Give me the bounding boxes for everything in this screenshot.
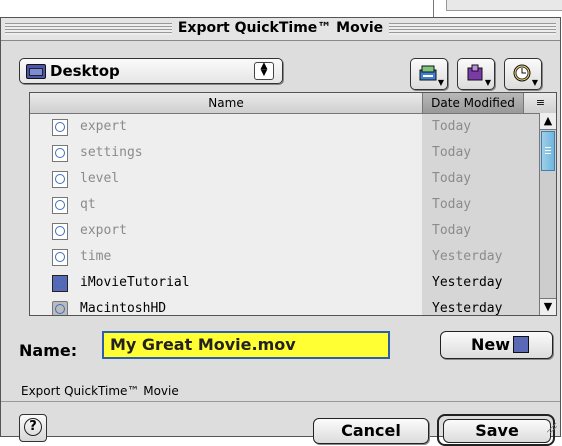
folder-icon xyxy=(26,64,46,79)
column-header-date[interactable]: Date Modified xyxy=(422,93,523,114)
folder-icon xyxy=(513,336,529,353)
file-name: MacintoshHD xyxy=(80,301,167,316)
file-name: settings xyxy=(80,145,143,160)
column-header-name[interactable]: Name xyxy=(30,93,422,114)
dialog-title: Export QuickTime™ Movie xyxy=(171,20,390,36)
file-row[interactable]: iMovieTutorial Yesterday xyxy=(30,270,540,296)
new-folder-label: New xyxy=(471,335,511,354)
file-date: Yesterday xyxy=(422,296,540,315)
file-row[interactable]: export Today xyxy=(30,218,540,244)
disk-icon xyxy=(419,65,437,81)
popup-arrows-icon: ▲ ▼ xyxy=(254,62,274,80)
new-folder-button[interactable]: New xyxy=(440,331,553,359)
disk-icon xyxy=(52,301,68,315)
file-row[interactable]: time Yesterday xyxy=(30,244,540,270)
file-list[interactable]: Name Date Modified ≡ expert Today settin… xyxy=(29,92,557,316)
format-label: Export QuickTime™ Movie xyxy=(21,384,179,398)
document-icon xyxy=(52,223,68,240)
favorites-icon xyxy=(467,64,483,81)
file-date: Yesterday xyxy=(422,244,540,270)
location-label: Desktop xyxy=(50,62,120,80)
save-button[interactable]: Save xyxy=(443,419,551,443)
folder-icon xyxy=(52,275,68,292)
shortcuts-button[interactable]: ▼ xyxy=(410,58,448,90)
file-row[interactable]: qt Today xyxy=(30,192,540,218)
name-label: Name: xyxy=(19,341,78,360)
resize-grip-icon[interactable] xyxy=(547,423,557,433)
file-name: iMovieTutorial xyxy=(80,275,190,290)
dialog-titlebar[interactable]: Export QuickTime™ Movie xyxy=(1,18,560,41)
recent-button[interactable]: ▼ xyxy=(504,58,542,90)
file-name-input[interactable]: My Great Movie.mov xyxy=(102,331,390,359)
export-dialog: Export QuickTime™ Movie Desktop ▲ ▼ ▼ ▼ ▼… xyxy=(0,17,561,446)
vertical-scrollbar[interactable]: ▲ ▼ xyxy=(539,113,556,315)
recent-icon xyxy=(513,64,531,82)
file-name: level xyxy=(80,171,120,186)
file-date: Today xyxy=(422,140,540,166)
file-date: Today xyxy=(422,114,540,140)
file-name: expert xyxy=(80,119,127,134)
scroll-up-arrow-icon[interactable]: ▲ xyxy=(540,113,556,130)
file-row[interactable]: expert Today xyxy=(30,114,540,140)
file-row[interactable]: settings Today xyxy=(30,140,540,166)
file-row[interactable]: MacintoshHD Yesterday xyxy=(30,296,540,316)
file-name: export xyxy=(80,223,127,238)
scroll-down-arrow-icon[interactable]: ▼ xyxy=(540,298,556,315)
file-date: Today xyxy=(422,218,540,244)
document-icon xyxy=(52,197,68,214)
chevron-down-icon: ▼ xyxy=(531,78,538,87)
file-row[interactable]: level Today xyxy=(30,166,540,192)
file-name: qt xyxy=(80,197,96,212)
scroll-thumb[interactable] xyxy=(541,131,555,171)
file-name: time xyxy=(80,249,112,264)
file-date: Today xyxy=(422,192,540,218)
chevron-down-icon: ▼ xyxy=(437,78,444,87)
file-date: Yesterday xyxy=(422,270,540,296)
cancel-button[interactable]: Cancel xyxy=(313,418,429,444)
favorites-button[interactable]: ▼ xyxy=(457,58,495,90)
help-icon: ? xyxy=(24,418,42,436)
divider xyxy=(1,401,560,402)
document-icon xyxy=(52,145,68,162)
sort-order-icon[interactable]: ≡ xyxy=(523,93,556,114)
location-popup[interactable]: Desktop ▲ ▼ xyxy=(19,58,283,84)
document-icon xyxy=(52,171,68,188)
background-panel-inner xyxy=(446,0,562,11)
document-icon xyxy=(52,249,68,266)
file-date: Today xyxy=(422,166,540,192)
document-icon xyxy=(52,119,68,136)
chevron-down-icon: ▼ xyxy=(484,78,491,87)
